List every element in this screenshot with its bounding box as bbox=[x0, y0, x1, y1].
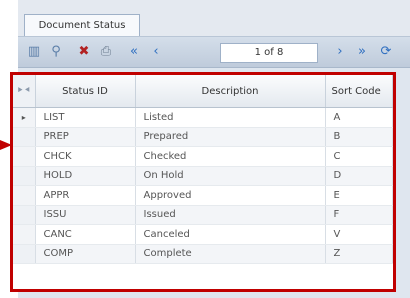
table-row[interactable]: HOLD On Hold D bbox=[13, 166, 393, 186]
row-indicator-header[interactable]: ⯈⯇ bbox=[13, 75, 36, 108]
header-row: ⯈⯇ Status ID Description Sort Code bbox=[13, 75, 393, 108]
cell-status-id[interactable]: APPR bbox=[35, 185, 136, 206]
table-row[interactable]: CANC Canceled V bbox=[13, 224, 393, 245]
page-indicator: 1 of 8 bbox=[220, 43, 318, 63]
cell-description[interactable]: Listed bbox=[135, 107, 326, 128]
previous-page-icon[interactable]: ‹ bbox=[148, 44, 164, 60]
table-row[interactable]: ISSU Issued F bbox=[13, 205, 393, 225]
row-selector[interactable] bbox=[13, 127, 36, 147]
cell-description[interactable]: Prepared bbox=[135, 127, 326, 147]
cell-status-id[interactable]: CHCK bbox=[35, 146, 136, 167]
cell-description[interactable]: Issued bbox=[135, 205, 326, 225]
cell-description[interactable]: Checked bbox=[135, 146, 326, 167]
row-selector[interactable] bbox=[13, 146, 36, 167]
row-selector[interactable] bbox=[13, 224, 36, 245]
row-selector[interactable] bbox=[13, 185, 36, 206]
cell-status-id[interactable]: COMP bbox=[35, 244, 136, 264]
cell-sort-code[interactable]: B bbox=[325, 127, 393, 147]
cell-status-id[interactable]: HOLD bbox=[35, 166, 136, 186]
cell-status-id[interactable]: LIST bbox=[35, 107, 136, 128]
table-row[interactable]: CHCK Checked C bbox=[13, 146, 393, 167]
first-page-icon[interactable]: « bbox=[126, 44, 142, 60]
cell-sort-code[interactable]: D bbox=[325, 166, 393, 186]
refresh-icon[interactable]: ⟳ bbox=[378, 44, 394, 60]
cell-sort-code[interactable]: A bbox=[325, 107, 393, 128]
tab-document-status[interactable]: Document Status bbox=[24, 14, 140, 36]
print-icon[interactable]: ⎙ bbox=[98, 44, 114, 60]
tab-strip: Document Status bbox=[18, 0, 410, 37]
last-page-icon[interactable]: » bbox=[354, 44, 370, 60]
cell-status-id[interactable]: CANC bbox=[35, 224, 136, 245]
column-header-sort-code[interactable]: Sort Code bbox=[325, 75, 393, 108]
cell-description[interactable]: Canceled bbox=[135, 224, 326, 245]
cell-description[interactable]: Complete bbox=[135, 244, 326, 264]
cell-sort-code[interactable]: E bbox=[325, 185, 393, 206]
delete-icon[interactable]: ✖ bbox=[76, 44, 92, 60]
cell-description[interactable]: On Hold bbox=[135, 166, 326, 186]
row-selector[interactable] bbox=[13, 205, 36, 225]
columns-icon[interactable]: ▥ bbox=[26, 44, 42, 60]
document-status-panel: Document Status ▥ ⚲ ✖ ⎙ « ‹ 1 of 8 › » ⟳… bbox=[10, 0, 410, 298]
cell-sort-code[interactable]: C bbox=[325, 146, 393, 167]
cell-status-id[interactable]: PREP bbox=[35, 127, 136, 147]
row-selector-icon[interactable]: ▸ bbox=[13, 107, 36, 128]
cell-description[interactable]: Approved bbox=[135, 185, 326, 206]
column-header-status-id[interactable]: Status ID bbox=[35, 75, 136, 108]
next-page-icon[interactable]: › bbox=[332, 44, 348, 60]
status-table: ⯈⯇ Status ID Description Sort Code ▸ LIS… bbox=[13, 75, 393, 264]
table-row[interactable]: ▸ LIST Listed A bbox=[13, 107, 393, 128]
cell-status-id[interactable]: ISSU bbox=[35, 205, 136, 225]
row-selector[interactable] bbox=[13, 244, 36, 264]
row-selector[interactable] bbox=[13, 166, 36, 186]
cell-sort-code[interactable]: F bbox=[325, 205, 393, 225]
cell-sort-code[interactable]: V bbox=[325, 224, 393, 245]
table-row[interactable]: COMP Complete Z bbox=[13, 244, 393, 264]
cell-sort-code[interactable]: Z bbox=[325, 244, 393, 264]
table-row[interactable]: APPR Approved E bbox=[13, 185, 393, 206]
grid-toolbar: ▥ ⚲ ✖ ⎙ « ‹ 1 of 8 › » ⟳ bbox=[18, 37, 410, 68]
status-grid: ⯈⯇ Status ID Description Sort Code ▸ LIS… bbox=[10, 72, 396, 292]
table-row[interactable]: PREP Prepared B bbox=[13, 127, 393, 147]
column-header-description[interactable]: Description bbox=[135, 75, 326, 108]
filter-icon[interactable]: ⚲ bbox=[48, 44, 64, 60]
